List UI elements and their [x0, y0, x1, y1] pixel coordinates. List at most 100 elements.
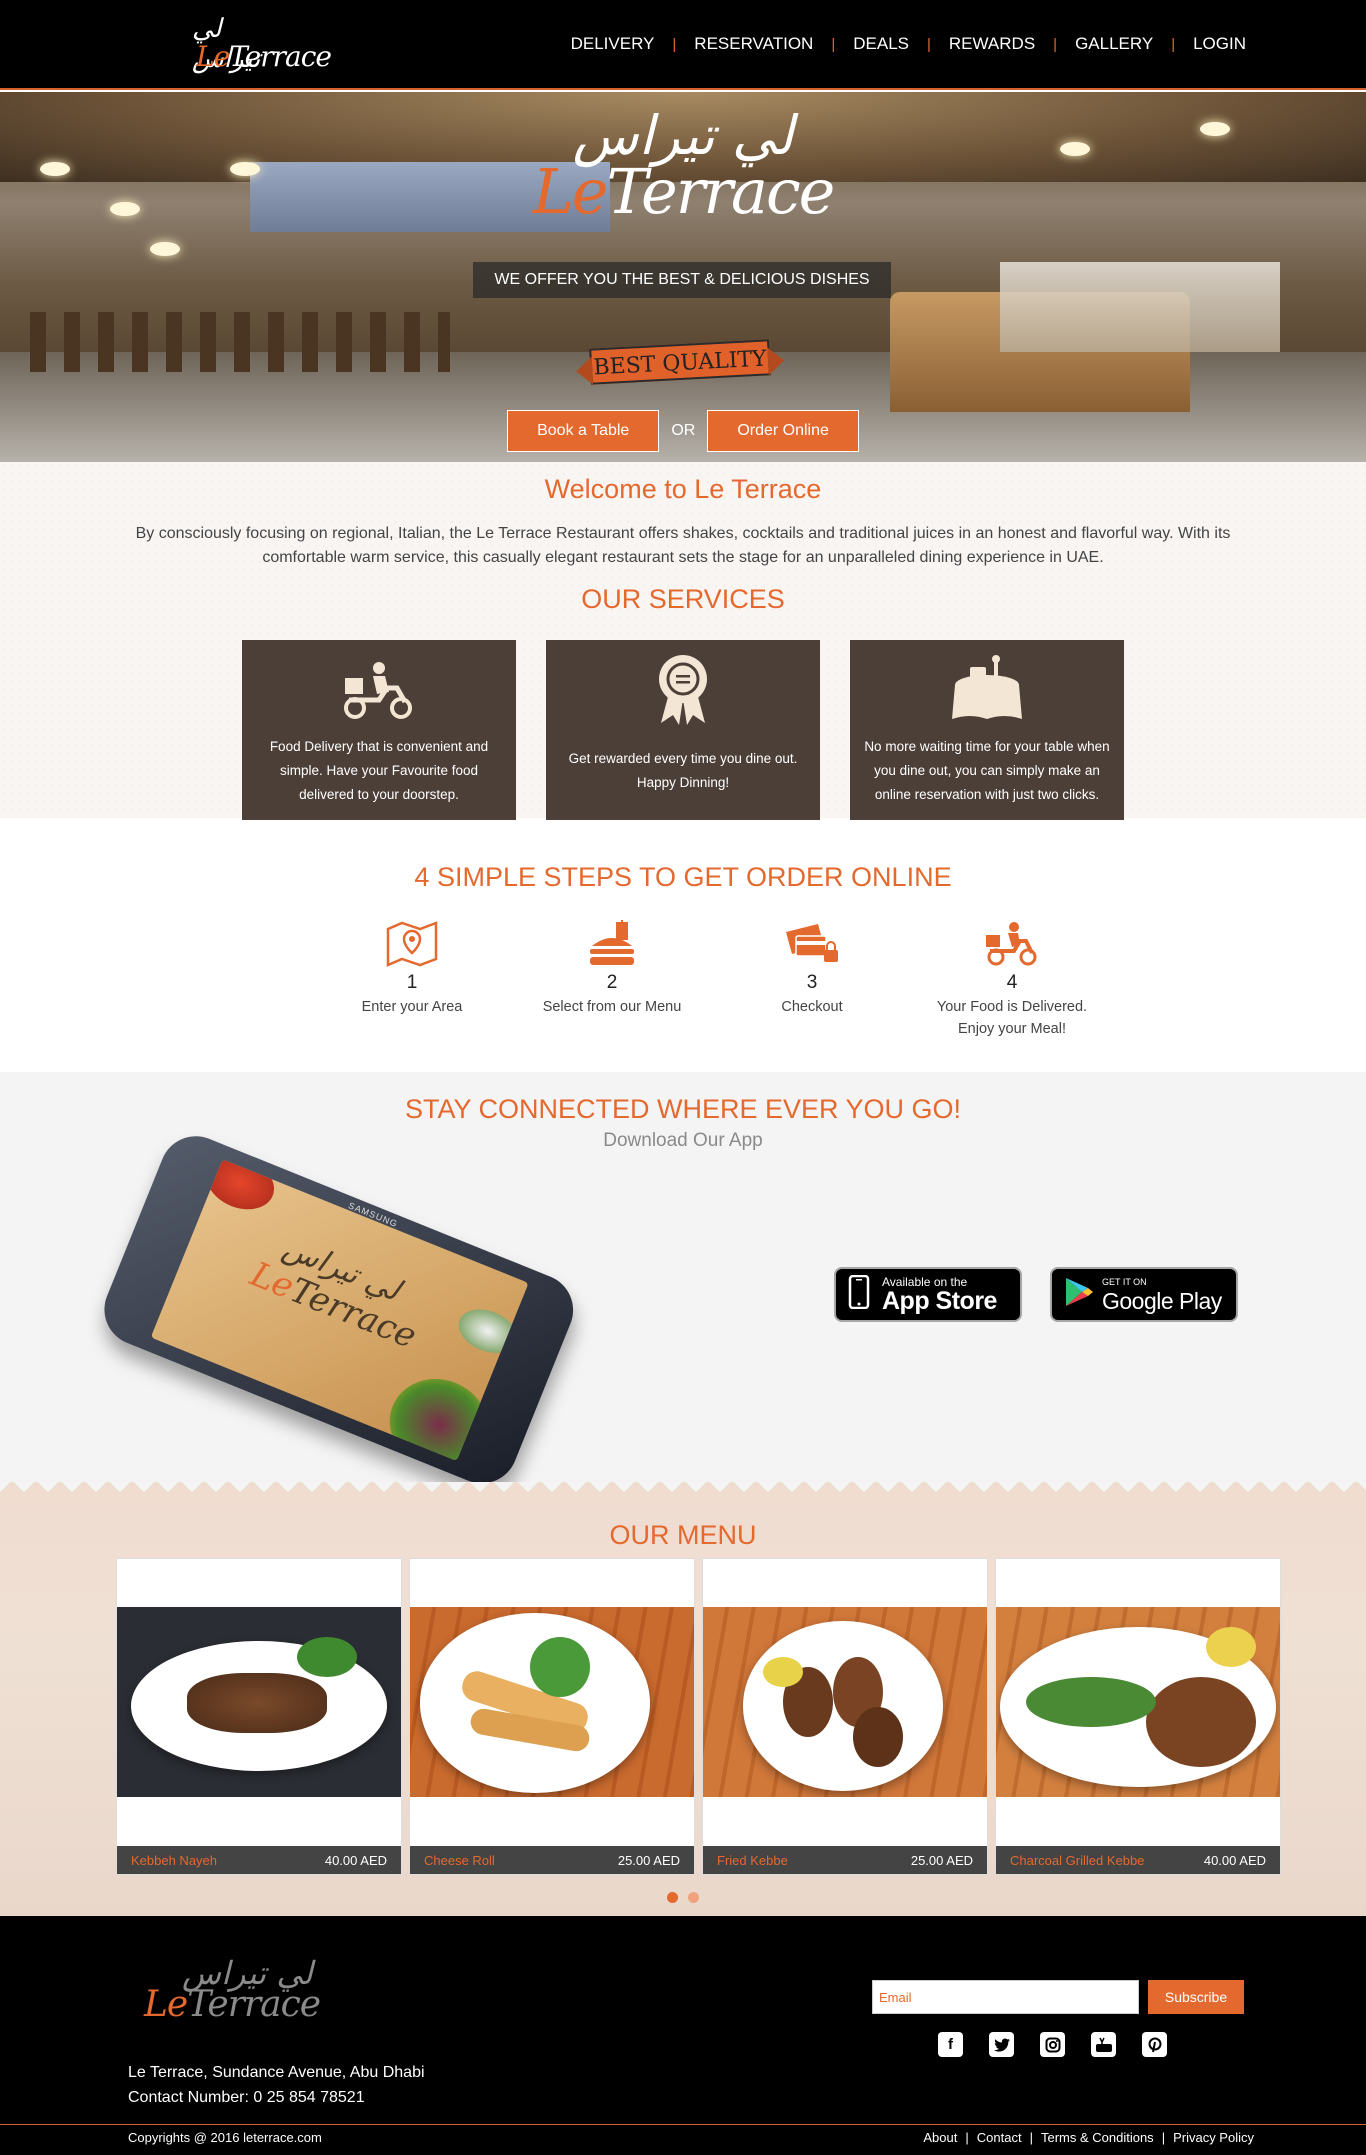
- delivery-scooter-icon: [912, 918, 1112, 970]
- service-text: Get rewarded every time you dine out. Ha…: [568, 751, 798, 790]
- step-enter-area: 1 Enter your Area: [312, 918, 512, 1040]
- appstore-big-text: App Store: [882, 1286, 997, 1315]
- footer-address: Le Terrace, Sundance Avenue, Abu Dhabi C…: [128, 2060, 425, 2110]
- menu-card[interactable]: Kebbeh Nayeh 40.00 AED: [116, 1558, 402, 1875]
- menu-item-price: 40.00 AED: [1203, 1852, 1266, 1868]
- food-garnish: [1206, 1627, 1256, 1667]
- hero-tagline: WE OFFER YOU THE BEST & DELICIOUS DISHES: [473, 262, 891, 298]
- google-play-icon: [1064, 1276, 1096, 1313]
- carousel-dot-2[interactable]: [688, 1892, 699, 1903]
- hero-actions: Book a Table OR Order Online: [0, 410, 1366, 452]
- menu-carousel: Kebbeh Nayeh 40.00 AED Cheese Roll 25.00…: [116, 1558, 1281, 1875]
- menu-card[interactable]: Cheese Roll 25.00 AED: [409, 1558, 695, 1875]
- step-label: Your Food is Delivered. Enjoy your Meal!: [936, 999, 1088, 1037]
- phone-mockup: SAMSUNG لي تيراس LeTerrace: [90, 1061, 610, 1504]
- food: [1146, 1677, 1256, 1767]
- nav-rewards[interactable]: REWARDS: [949, 34, 1035, 54]
- footer-logo-english: LeTerrace: [144, 1984, 321, 2025]
- service-card-delivery[interactable]: Food Delivery that is convenient and sim…: [242, 640, 516, 820]
- menu-item-image: [117, 1607, 401, 1797]
- menu-item-image: [410, 1607, 694, 1797]
- nav-delivery[interactable]: DELIVERY: [571, 34, 655, 54]
- hero-banner: لي تيراس LeTerrace WE OFFER YOU THE BEST…: [0, 92, 1366, 462]
- site-footer: لي تيراس LeTerrace Le Terrace, Sundance …: [0, 1916, 1366, 2155]
- service-text: No more waiting time for your table when…: [864, 739, 1110, 802]
- award-ribbon-icon: [546, 650, 820, 730]
- food-garnish: [763, 1657, 803, 1687]
- step-label: Enter your Area: [361, 999, 463, 1015]
- facebook-icon[interactable]: f: [938, 2032, 963, 2057]
- order-online-button[interactable]: Order Online: [707, 410, 859, 452]
- logo-english: LeTerrace: [196, 40, 332, 73]
- step-label: Checkout: [781, 999, 843, 1015]
- welcome-title: Welcome to Le Terrace: [544, 474, 822, 504]
- hero-logo-english: LeTerrace: [532, 155, 836, 228]
- hero-display-case: [1000, 262, 1280, 352]
- social-links: f: [938, 2032, 1167, 2057]
- menu-item-image: [703, 1607, 987, 1797]
- menu-item-bar: Charcoal Grilled Kebbe 40.00 AED: [996, 1846, 1280, 1874]
- ceiling-light: [150, 242, 180, 256]
- menu-card[interactable]: Charcoal Grilled Kebbe 40.00 AED: [995, 1558, 1281, 1875]
- link-separator: |: [1029, 2130, 1033, 2145]
- services-list: Food Delivery that is convenient and sim…: [242, 640, 1124, 820]
- nav-deals[interactable]: DEALS: [853, 34, 909, 54]
- best-quality-ribbon: BEST QUALITY: [589, 339, 771, 385]
- youtube-icon[interactable]: [1091, 2032, 1116, 2057]
- footer-divider: [0, 2124, 1366, 2125]
- footer-link-about[interactable]: About: [923, 2130, 957, 2145]
- step-number: 4: [1006, 972, 1018, 993]
- instagram-icon[interactable]: [1040, 2032, 1065, 2057]
- app-store-button[interactable]: Available on the App Store: [834, 1267, 1022, 1322]
- nav-separator: |: [1053, 35, 1058, 53]
- service-text: Food Delivery that is convenient and sim…: [269, 739, 489, 802]
- steps-list: 1 Enter your Area 2 Select from our Menu: [312, 918, 1112, 1040]
- menu-item-price: 40.00 AED: [324, 1852, 387, 1868]
- food: [187, 1673, 327, 1733]
- appstore-small-text: Available on the: [882, 1274, 968, 1289]
- scooter-delivery-icon: [242, 650, 516, 730]
- step-delivered: 4 Your Food is Delivered. Enjoy your Meal…: [912, 918, 1112, 1040]
- welcome-services-section: Welcome to Le Terrace By consciously foc…: [0, 462, 1366, 820]
- food-garnish: [530, 1637, 590, 1697]
- nav-reservation[interactable]: RESERVATION: [694, 34, 813, 54]
- hero-chairs: [30, 312, 450, 372]
- contact-number: Contact Number: 0 25 854 78521: [128, 2089, 365, 2106]
- step-checkout: 3 Checkout: [712, 918, 912, 1040]
- step-number: 1: [406, 972, 418, 993]
- carousel-dot-1[interactable]: [667, 1892, 678, 1903]
- nav-separator: |: [831, 35, 836, 53]
- main-nav: DELIVERY | RESERVATION | DEALS | REWARDS…: [571, 34, 1246, 54]
- google-play-button[interactable]: GET IT ON Google Play: [1050, 1267, 1238, 1322]
- service-card-reservation[interactable]: No more waiting time for your table when…: [850, 640, 1124, 820]
- nav-login[interactable]: LOGIN: [1193, 34, 1246, 54]
- footer-link-contact[interactable]: Contact: [977, 2130, 1022, 2145]
- nav-gallery[interactable]: GALLERY: [1075, 34, 1153, 54]
- twitter-icon[interactable]: [989, 2032, 1014, 2057]
- step-select-menu: 2 Select from our Menu: [512, 918, 712, 1040]
- subscribe-button[interactable]: Subscribe: [1148, 1980, 1244, 2014]
- or-label: OR: [671, 422, 696, 439]
- footer-link-privacy[interactable]: Privacy Policy: [1173, 2130, 1254, 2145]
- copyright-text: Copyrights @ 2016 leterrace.com: [128, 2130, 322, 2145]
- apple-icon: [848, 1274, 874, 1314]
- book-table-button[interactable]: Book a Table: [507, 410, 660, 452]
- pinterest-icon[interactable]: [1142, 2032, 1167, 2057]
- steps-title: 4 SIMPLE STEPS TO GET ORDER ONLINE: [414, 862, 952, 892]
- food-garnish: [1026, 1677, 1156, 1727]
- zigzag-divider: [0, 1482, 1366, 1500]
- footer-logo[interactable]: لي تيراس LeTerrace: [138, 1954, 321, 2025]
- site-logo[interactable]: لي تيراس LeTerrace: [192, 14, 332, 74]
- step-number: 3: [806, 972, 818, 993]
- menu-item-bar: Kebbeh Nayeh 40.00 AED: [117, 1846, 401, 1874]
- nav-separator: |: [926, 35, 931, 53]
- footer-link-terms[interactable]: Terms & Conditions: [1041, 2130, 1154, 2145]
- service-card-rewards[interactable]: Get rewarded every time you dine out. Ha…: [546, 640, 820, 820]
- menu-item-name: Fried Kebbe: [717, 1852, 788, 1868]
- newsletter-email-input[interactable]: [872, 1980, 1139, 2014]
- menu-item-price: 25.00 AED: [617, 1852, 680, 1868]
- nav-separator: |: [672, 35, 677, 53]
- menu-card[interactable]: Fried Kebbe 25.00 AED: [702, 1558, 988, 1875]
- hero-logo: لي تيراس LeTerrace: [0, 106, 1366, 224]
- reserved-table-icon: [850, 650, 1124, 730]
